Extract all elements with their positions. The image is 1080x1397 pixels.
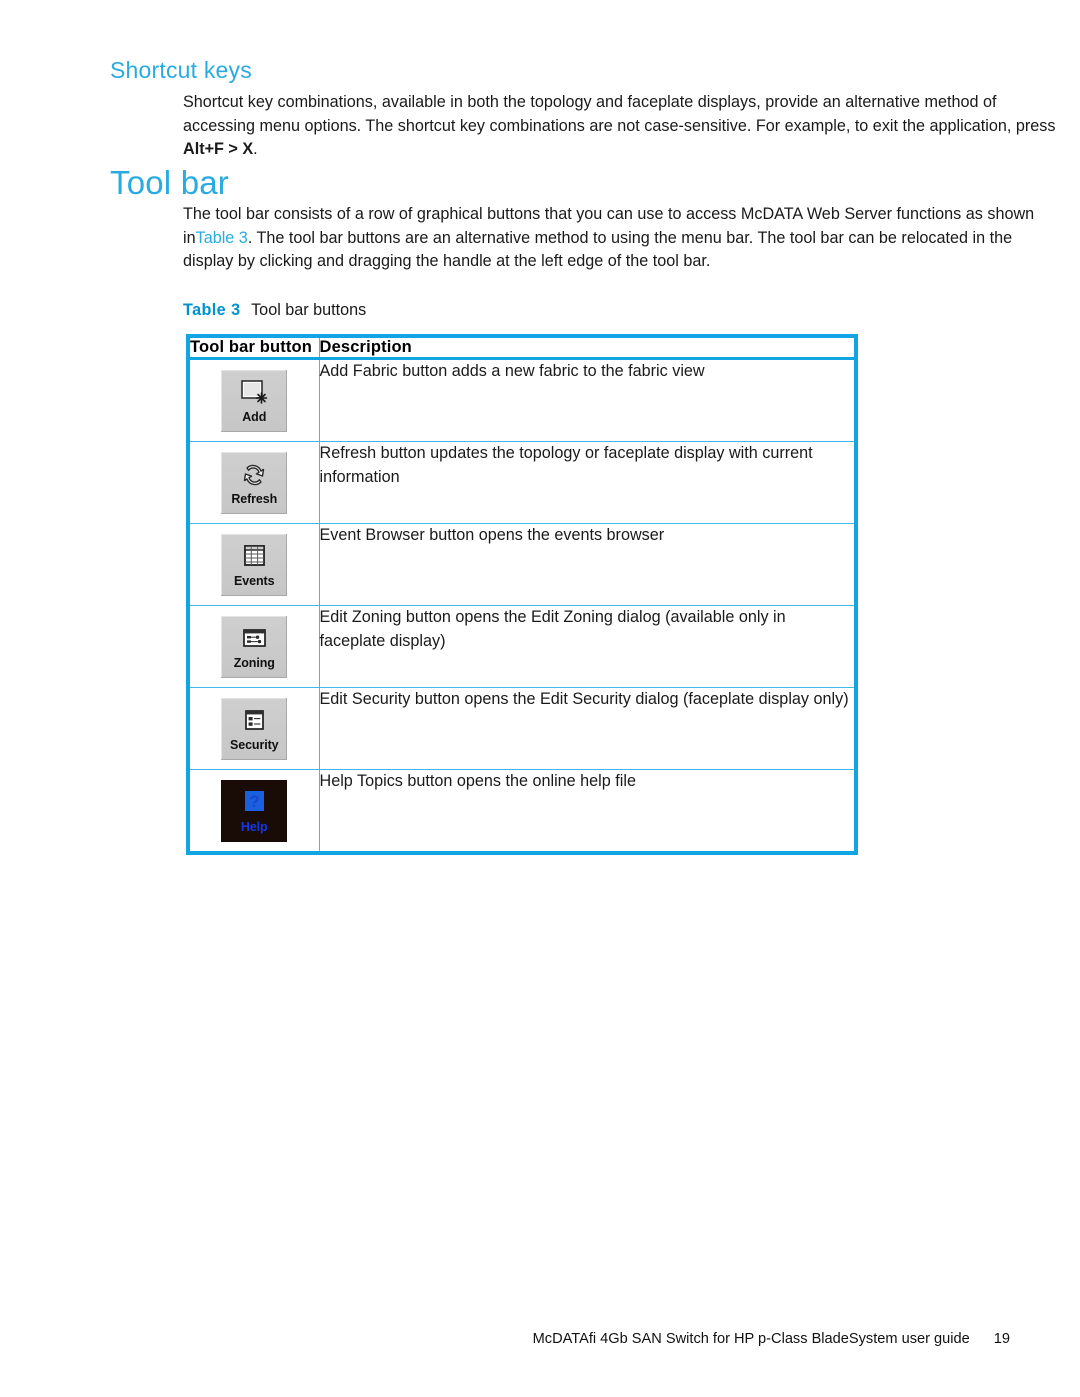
caption-number: 3 [231, 301, 241, 319]
table-row: Add Add Fabric button adds a new fabric … [188, 358, 856, 442]
description-cell: Refresh button updates the topology or f… [319, 441, 856, 524]
tool-bar-button-cell: Zoning [188, 605, 320, 688]
caption-label: Table [183, 301, 227, 319]
edit-security-button[interactable]: Security [221, 698, 288, 760]
tool-bar-buttons-table: Tool bar button Description Add Add Fabr… [186, 334, 858, 855]
tool-bar-button-cell: Events [188, 523, 320, 606]
tool-bar-button-cell: Security [188, 687, 320, 770]
help-question-icon: ? [237, 788, 271, 818]
table-row: Events Event Browser button opens the ev… [188, 523, 856, 606]
page-number: 19 [993, 1331, 1010, 1347]
tool-bar-button-cell: ? Help [188, 769, 320, 853]
button-label: Refresh [231, 492, 278, 506]
button-label: Zoning [233, 656, 275, 670]
event-browser-button[interactable]: Events [221, 534, 288, 596]
description-cell: Edit Zoning button opens the Edit Zoning… [319, 605, 856, 688]
button-label: Add [242, 410, 267, 424]
shortcut-keystroke: Alt+F > X [183, 140, 254, 159]
table-row: Zoning Edit Zoning button opens the Edit… [188, 605, 856, 688]
cross-reference-table-3[interactable]: Table 3 [196, 229, 248, 247]
add-fabric-icon [237, 378, 271, 408]
caption-text: Tool bar buttons [251, 301, 367, 319]
table-header-row: Tool bar button Description [188, 336, 856, 360]
shortcut-para-text-1: Shortcut key combinations, available in … [183, 93, 1056, 135]
column-header-tool-bar-button: Tool bar button [188, 336, 320, 360]
footer-title: McDATAfi 4Gb SAN Switch for HP p-Class B… [532, 1331, 970, 1347]
description-cell: Event Browser button opens the events br… [319, 523, 856, 606]
shortcut-para-text-2: . [253, 140, 258, 159]
table-row: ? Help Help Topics button opens the onli… [188, 769, 856, 853]
add-fabric-button[interactable]: Add [221, 370, 288, 432]
column-header-description: Description [319, 336, 856, 360]
heading-tool-bar: Tool bar [110, 164, 230, 201]
document-page: Shortcut keys Shortcut key combinations,… [0, 0, 1080, 1397]
description-cell: Help Topics button opens the online help… [319, 772, 636, 790]
button-label: Security [229, 738, 279, 752]
refresh-icon [237, 460, 271, 490]
help-topics-button[interactable]: ? Help [221, 780, 288, 842]
edit-zoning-button[interactable]: Zoning [221, 616, 288, 678]
description-cell: Edit Security button opens the Edit Secu… [319, 687, 856, 770]
table-caption: Table 3 Tool bar buttons [183, 301, 366, 320]
paragraph-tool-bar: The tool bar consists of a row of graphi… [183, 203, 1059, 274]
refresh-button[interactable]: Refresh [221, 452, 288, 514]
tool-bar-button-cell: Add [188, 358, 320, 442]
edit-zoning-window-icon [237, 624, 271, 654]
paragraph-shortcut-keys: Shortcut key combinations, available in … [183, 91, 1059, 162]
toolbar-para-text-2: . The tool bar buttons are an alternativ… [183, 228, 1013, 271]
heading-shortcut-keys: Shortcut keys [110, 57, 252, 83]
svg-text:?: ? [250, 792, 260, 811]
table-row: Security Edit Security button opens the … [188, 687, 856, 770]
page-footer: McDATAfi 4Gb SAN Switch for HP p-Class B… [0, 1331, 1010, 1347]
button-label: Events [234, 574, 275, 588]
event-browser-grid-icon [237, 542, 271, 572]
description-cell: Add Fabric button adds a new fabric to t… [319, 358, 856, 442]
table-row: Refresh Refresh button updates the topol… [188, 441, 856, 524]
edit-security-window-icon [237, 706, 271, 736]
button-label: Help [240, 820, 268, 834]
tool-bar-button-cell: Refresh [188, 441, 320, 524]
